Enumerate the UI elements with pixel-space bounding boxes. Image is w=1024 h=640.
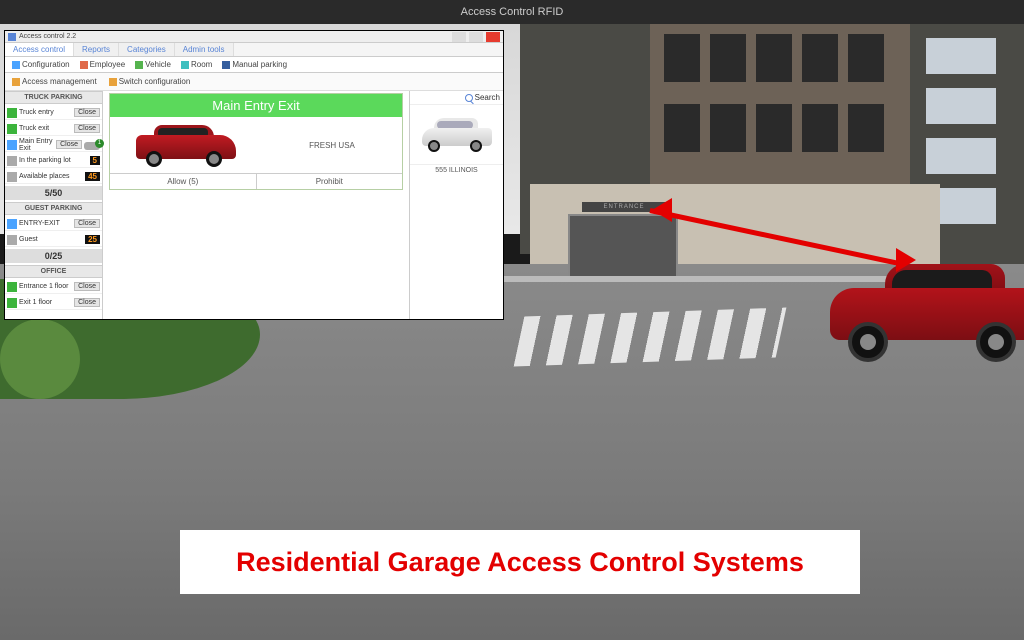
app-menu-icon[interactable] (8, 33, 16, 41)
car-icon (135, 61, 143, 69)
popup-title: Main Entry Exit (110, 94, 402, 117)
metric-available-places: Available places 45 (5, 170, 102, 184)
guest-parking-count: 0/25 (5, 249, 102, 263)
parking-icon (7, 156, 17, 166)
annotation-arrow (650, 190, 910, 270)
metric-label: Available places (19, 173, 83, 180)
ribbon-label: Configuration (22, 60, 70, 69)
close-gate-button[interactable]: Close (74, 124, 100, 133)
main-content: Main Entry Exit FRESH USA Allow (5) Proh… (103, 91, 409, 319)
person-icon (80, 61, 88, 69)
gear-icon (12, 61, 20, 69)
ribbon-vehicle[interactable]: Vehicle (132, 59, 174, 70)
entry-event-popup: Main Entry Exit FRESH USA Allow (5) Proh… (109, 93, 403, 190)
arrow-right-icon (7, 124, 17, 134)
ribbon-employee[interactable]: Employee (77, 59, 129, 70)
row-label: Exit 1 floor (19, 299, 72, 306)
close-gate-button[interactable]: Close (56, 140, 82, 149)
gate-row-truck-exit[interactable]: Truck exit Close (5, 122, 102, 136)
vehicle-count-icon: 1 (84, 140, 100, 150)
access-control-app-window: Access control 2.2 Access control Report… (4, 30, 504, 320)
gate-row-guest-entry-exit[interactable]: ENTRY-EXIT Close (5, 217, 102, 231)
search-label: Search (475, 93, 500, 102)
metric-guest: Guest 25 (5, 233, 102, 247)
parking-icon (7, 172, 17, 182)
app-title: Access control 2.2 (19, 33, 449, 40)
app-main-tabs: Access control Reports Categories Admin … (5, 43, 503, 57)
search-row[interactable]: Search (410, 91, 503, 105)
section-truck-parking: TRUCK PARKING (5, 91, 102, 104)
vehicle-plate-caption: 555 ILLINOIS (410, 165, 503, 176)
hand-icon (222, 61, 230, 69)
ribbon-label: Room (191, 60, 212, 69)
truck-parking-count: 5/50 (5, 186, 102, 200)
tab-categories[interactable]: Categories (119, 43, 175, 56)
switch-icon (109, 78, 117, 86)
metric-value: 25 (85, 235, 100, 244)
ribbon-label: Manual parking (232, 60, 287, 69)
ribbon-room[interactable]: Room (178, 59, 215, 70)
app-ribbon: Configuration Employee Vehicle Room Manu… (5, 57, 503, 73)
metric-label: Guest (19, 236, 83, 243)
allow-button[interactable]: Allow (5) (110, 174, 257, 189)
arrow-right-icon (7, 108, 17, 118)
ribbon-label: Vehicle (145, 60, 171, 69)
caption-text: Residential Garage Access Control System… (236, 547, 804, 578)
metric-value: 45 (85, 172, 100, 181)
popup-vehicle-image (110, 117, 262, 173)
vehicle-on-driveway (830, 262, 1024, 362)
app-titlebar[interactable]: Access control 2.2 (5, 31, 503, 43)
vehicle-thumbnail[interactable] (410, 105, 503, 165)
popup-vehicle-info: FRESH USA (262, 117, 402, 173)
tab-reports[interactable]: Reports (74, 43, 119, 56)
metric-label: In the parking lot (19, 157, 88, 164)
close-gate-button[interactable]: Close (74, 298, 100, 307)
row-label: Truck exit (19, 125, 72, 132)
ribbon-switch-configuration[interactable]: Switch configuration (106, 76, 194, 87)
row-label: Main Entry Exit (19, 138, 54, 152)
key-icon (12, 78, 20, 86)
ribbon-label: Employee (90, 60, 126, 69)
metric-value: 5 (90, 156, 100, 165)
app-sub-ribbon: Access management Switch configuration (5, 73, 503, 91)
row-label: Entrance 1 floor (19, 283, 72, 290)
ribbon-access-management[interactable]: Access management (9, 76, 100, 87)
caption-banner: Residential Garage Access Control System… (180, 530, 860, 594)
swap-icon (7, 219, 17, 229)
close-button[interactable] (486, 32, 500, 42)
metric-in-parking-lot: In the parking lot 5 (5, 154, 102, 168)
close-gate-button[interactable]: Close (74, 108, 100, 117)
arrow-right-icon (7, 282, 17, 292)
minimize-button[interactable] (452, 32, 466, 42)
ribbon-label: Switch configuration (119, 77, 191, 86)
parking-sidebar: TRUCK PARKING Truck entry Close Truck ex… (5, 91, 103, 319)
arrow-right-icon (7, 298, 17, 308)
section-guest-parking: GUEST PARKING (5, 202, 102, 215)
gate-row-entrance-1floor[interactable]: Entrance 1 floor Close (5, 280, 102, 294)
gate-row-main-entry-exit[interactable]: Main Entry Exit Close 1 (5, 138, 102, 152)
door-icon (181, 61, 189, 69)
maximize-button[interactable] (469, 32, 483, 42)
row-label: Truck entry (19, 109, 72, 116)
people-icon (7, 235, 17, 245)
tab-access-control[interactable]: Access control (5, 43, 74, 56)
vehicle-list-panel: Search 555 ILLINOIS (409, 91, 503, 319)
section-office: OFFICE (5, 265, 102, 278)
tab-admin-tools[interactable]: Admin tools (175, 43, 234, 56)
prohibit-button[interactable]: Prohibit (257, 174, 403, 189)
gate-row-exit-1floor[interactable]: Exit 1 floor Close (5, 296, 102, 310)
gate-row-truck-entry[interactable]: Truck entry Close (5, 106, 102, 120)
ribbon-configuration[interactable]: Configuration (9, 59, 73, 70)
swap-icon (7, 140, 17, 150)
search-icon (465, 94, 473, 102)
ribbon-label: Access management (22, 77, 97, 86)
os-window-title: Access Control RFID (0, 0, 1024, 24)
close-gate-button[interactable]: Close (74, 282, 100, 291)
vehicle-count-badge: 1 (95, 139, 104, 148)
close-gate-button[interactable]: Close (74, 219, 100, 228)
ribbon-manual-parking[interactable]: Manual parking (219, 59, 290, 70)
row-label: ENTRY-EXIT (19, 220, 72, 227)
